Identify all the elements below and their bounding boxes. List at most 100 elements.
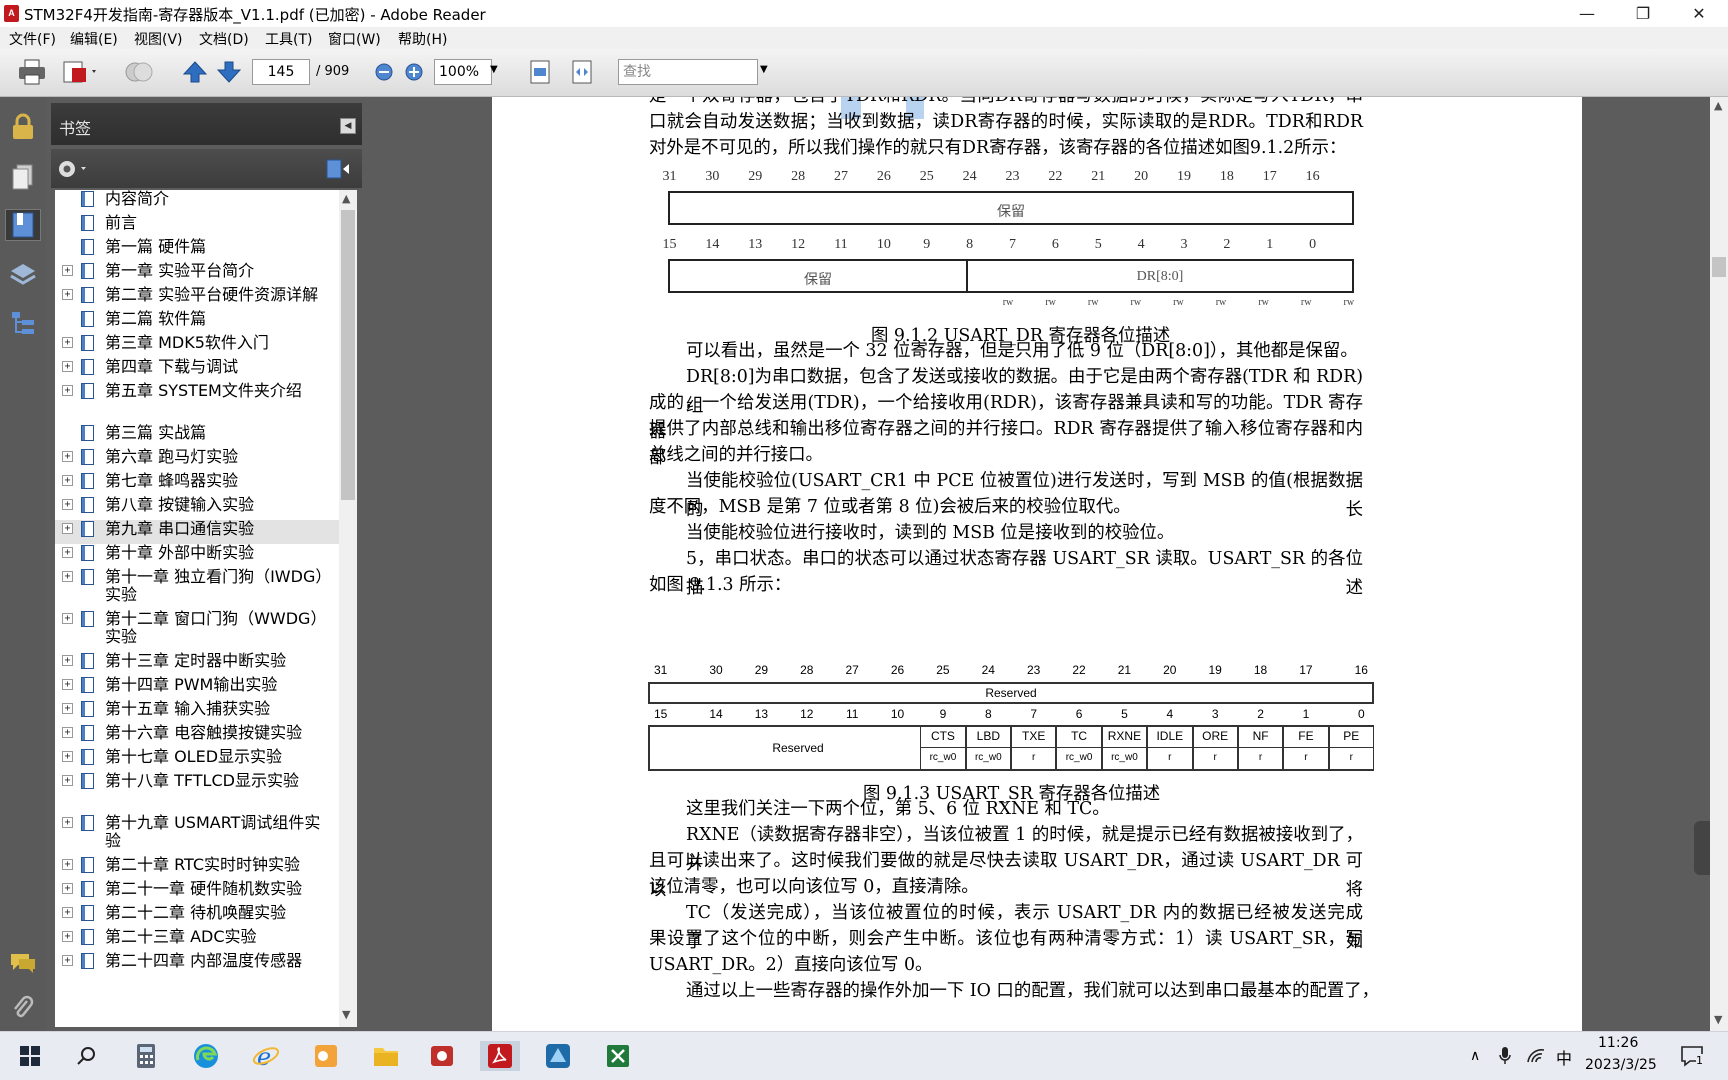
bookmark-item[interactable]: + 第十九章 USMART调试组件实验	[55, 814, 339, 856]
bookmark-item[interactable]: + 第一章 实验平台简介	[55, 262, 339, 286]
panel-collapse-button[interactable]: ◀	[340, 118, 356, 134]
bookmark-item[interactable]: + 第十三章 定时器中断实验	[55, 652, 339, 676]
excel-like-icon[interactable]	[602, 1041, 634, 1071]
outlook-icon[interactable]	[310, 1041, 342, 1071]
bookmark-item[interactable]: + 第十七章 OLED显示实验	[55, 748, 339, 772]
bookmark-item[interactable]: 第一篇 硬件篇	[55, 238, 339, 262]
expand-icon[interactable]: +	[62, 907, 73, 918]
expand-icon[interactable]: +	[62, 955, 73, 966]
expand-icon[interactable]: +	[62, 361, 73, 372]
attachments-icon[interactable]	[7, 993, 39, 1025]
bookmark-item[interactable]: + 第十六章 电容触摸按键实验	[55, 724, 339, 748]
doc-scrollbar-thumb[interactable]	[1712, 257, 1726, 277]
bookmark-scrollbar[interactable]: ▲ ▼	[339, 190, 357, 1027]
bookmark-item[interactable]: + 第十一章 独立看门狗（IWDG）实验	[55, 568, 339, 610]
doc-scroll-up-icon[interactable]: ▲	[1714, 99, 1722, 112]
bookmark-item[interactable]: + 第十二章 窗口门狗（WWDG）实验	[55, 610, 339, 652]
network-icon[interactable]	[1526, 1046, 1546, 1066]
bookmark-item[interactable]: + 第五章 SYSTEM文件夹介绍	[55, 382, 339, 424]
bookmark-item[interactable]: + 第十八章 TFTLCD显示实验	[55, 772, 339, 814]
expand-icon[interactable]: +	[62, 547, 73, 558]
fit-width-icon[interactable]	[566, 57, 598, 87]
print-icon[interactable]	[16, 57, 48, 87]
next-page-icon[interactable]	[214, 57, 244, 87]
lock-icon[interactable]	[7, 111, 39, 143]
bookmark-item[interactable]: + 第三章 MDK5软件入门	[55, 334, 339, 358]
bookmark-item[interactable]: + 第二十三章 ADC实验	[55, 928, 339, 952]
expand-icon[interactable]: +	[62, 475, 73, 486]
zoom-out-icon[interactable]	[374, 62, 394, 82]
menu-edit[interactable]: 编辑(E)	[70, 29, 118, 49]
bookmark-item[interactable]: + 第十四章 PWM输出实验	[55, 676, 339, 700]
expand-icon[interactable]: +	[62, 451, 73, 462]
bookmarks-icon[interactable]	[5, 209, 41, 241]
expand-icon[interactable]: +	[62, 703, 73, 714]
minimize-button[interactable]: —	[1564, 0, 1610, 27]
expand-icon[interactable]: +	[62, 883, 73, 894]
app-icon[interactable]	[542, 1041, 574, 1071]
structure-icon[interactable]	[7, 307, 39, 339]
bookmark-item[interactable]: + 第四章 下载与调试	[55, 358, 339, 382]
fit-page-icon[interactable]	[524, 57, 556, 87]
expand-icon[interactable]: +	[62, 289, 73, 300]
bookmark-item[interactable]: + 第二十四章 内部温度传感器	[55, 952, 339, 976]
ie-icon[interactable]: e	[250, 1041, 282, 1071]
menu-file[interactable]: 文件(F)	[9, 29, 56, 49]
doc-scroll-down-icon[interactable]: ▼	[1714, 1013, 1722, 1026]
start-icon[interactable]	[14, 1041, 46, 1071]
video-recorder-icon[interactable]	[426, 1041, 458, 1071]
microphone-icon[interactable]	[1498, 1046, 1512, 1066]
menu-tools[interactable]: 工具(T)	[265, 29, 312, 49]
scrollbar-thumb[interactable]	[341, 210, 355, 500]
bookmark-item[interactable]: 前言	[55, 214, 339, 238]
page-number-input[interactable]: 145	[252, 59, 310, 85]
search-dropdown-icon[interactable]: ▼	[760, 64, 768, 75]
clock-date[interactable]: 2023/3/25	[1585, 1057, 1657, 1073]
comments-icon[interactable]	[7, 947, 39, 979]
expand-icon[interactable]: +	[62, 385, 73, 396]
bookmark-item[interactable]: + 第九章 串口通信实验	[55, 520, 339, 544]
pages-icon[interactable]	[7, 161, 39, 193]
restore-button[interactable]: ❐	[1620, 0, 1666, 27]
bookmark-item[interactable]: 第三篇 实战篇	[55, 424, 339, 448]
search-input[interactable]: 查找	[618, 59, 758, 85]
bookmark-item[interactable]: + 第十五章 输入捕获实验	[55, 700, 339, 724]
expand-icon[interactable]: +	[62, 655, 73, 666]
bookmark-item[interactable]: + 第八章 按键输入实验	[55, 496, 339, 520]
expand-icon[interactable]: +	[62, 265, 73, 276]
expand-icon[interactable]: +	[62, 817, 73, 828]
calculator-icon[interactable]	[130, 1041, 162, 1071]
menu-window[interactable]: 窗口(W)	[328, 29, 381, 49]
file-explorer-icon[interactable]	[370, 1041, 402, 1071]
zoom-dropdown-icon[interactable]: ▼	[490, 64, 498, 75]
bookmark-item[interactable]: + 第二十章 RTC实时时钟实验	[55, 856, 339, 880]
search-icon[interactable]	[70, 1041, 102, 1071]
bookmark-item[interactable]: + 第十章 外部中断实验	[55, 544, 339, 568]
expand-icon[interactable]: +	[62, 571, 73, 582]
scroll-down-icon[interactable]: ▼	[342, 1008, 350, 1021]
ime-indicator[interactable]: 中	[1556, 1045, 1572, 1069]
document-scrollbar[interactable]: ▲ ▼	[1710, 97, 1728, 1031]
expand-icon[interactable]: +	[62, 337, 73, 348]
share-pdf-icon[interactable]	[60, 57, 100, 87]
expand-icon[interactable]: +	[62, 931, 73, 942]
expand-icon[interactable]: +	[62, 727, 73, 738]
expand-icon[interactable]: +	[62, 775, 73, 786]
collaborate-icon[interactable]	[122, 57, 156, 87]
zoom-in-icon[interactable]	[404, 62, 424, 82]
bookmark-item[interactable]: + 第七章 蜂鸣器实验	[55, 472, 339, 496]
menu-view[interactable]: 视图(V)	[134, 29, 183, 49]
zoom-level-select[interactable]: 100%	[434, 59, 492, 85]
options-gear-icon[interactable]	[57, 158, 87, 180]
menu-help[interactable]: 帮助(H)	[398, 29, 447, 49]
bookmark-item[interactable]: 第二篇 软件篇	[55, 310, 339, 334]
bookmark-item[interactable]: + 第二章 实验平台硬件资源详解	[55, 286, 339, 310]
expand-icon[interactable]: +	[62, 499, 73, 510]
bookmark-item[interactable]: + 第六章 跑马灯实验	[55, 448, 339, 472]
menu-document[interactable]: 文档(D)	[199, 29, 249, 49]
previous-page-icon[interactable]	[180, 57, 210, 87]
scroll-up-icon[interactable]: ▲	[342, 192, 350, 205]
bookmark-item[interactable]: 内容简介	[55, 190, 339, 214]
edge-icon[interactable]	[190, 1041, 222, 1071]
expand-bookmark-icon[interactable]	[325, 157, 351, 181]
